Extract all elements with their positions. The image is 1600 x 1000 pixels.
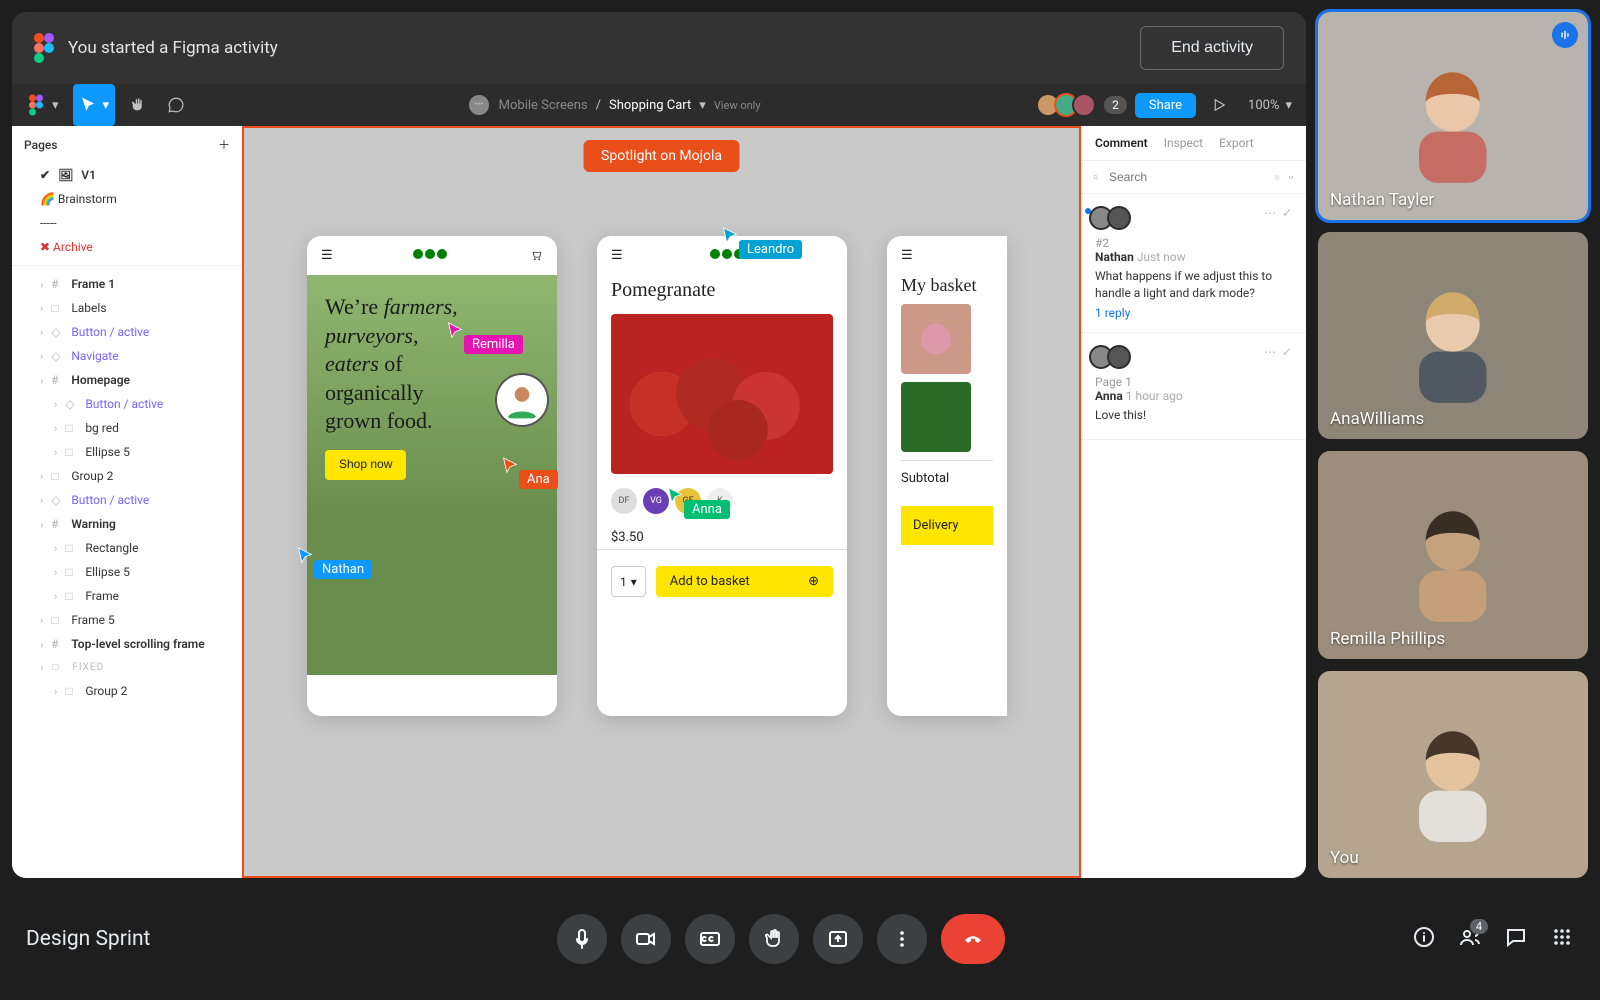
- tab-export[interactable]: Export: [1219, 136, 1254, 150]
- participant-tile[interactable]: AnaWilliams: [1318, 232, 1588, 440]
- activity-banner: You started a Figma activity End activit…: [12, 12, 1306, 84]
- figma-canvas[interactable]: Spotlight on Mojola ☰ We’re farmers, pur…: [242, 126, 1081, 878]
- cart-icon: [530, 249, 543, 262]
- layer-item[interactable]: ›□Rectangle: [12, 536, 242, 560]
- tab-comment[interactable]: Comment: [1095, 136, 1148, 150]
- menu-icon: ☰: [321, 248, 333, 263]
- volume-indicator-icon: [1552, 22, 1578, 48]
- product-title: Pomegranate: [597, 275, 847, 306]
- participant-name: You: [1330, 848, 1359, 868]
- filter-icon[interactable]: [1274, 171, 1280, 184]
- shop-now-button[interactable]: Shop now: [325, 450, 406, 480]
- collaborator-avatars[interactable]: [1042, 93, 1096, 117]
- access-label: View only: [714, 99, 761, 112]
- share-button[interactable]: Share: [1135, 93, 1196, 118]
- product-image: [611, 314, 833, 474]
- mic-button[interactable]: [557, 914, 607, 964]
- add-page-button[interactable]: ＋: [218, 136, 230, 153]
- layer-item[interactable]: ›◇Navigate: [12, 344, 242, 368]
- subtotal-label: Subtotal: [901, 460, 993, 496]
- participant-name: Remilla Phillips: [1330, 629, 1445, 649]
- comment-thread[interactable]: ⋯ ✓ #2 Nathan Just now What happens if w…: [1081, 194, 1306, 333]
- collaborator-cursor: Anna: [667, 486, 730, 519]
- artboard-basket[interactable]: ☰ My basket Subtotal Delivery: [887, 236, 1007, 716]
- participants-count: 4: [1470, 919, 1488, 934]
- meeting-title: Design Sprint: [26, 927, 150, 951]
- participant-name: AnaWilliams: [1330, 409, 1424, 429]
- figma-toolbar: ▾ ▾ ••• Mobile Screens / Shopping Cart ▾…: [12, 84, 1306, 126]
- file-name[interactable]: Shopping Cart: [609, 98, 691, 113]
- present-button[interactable]: [1204, 84, 1234, 126]
- spotlight-banner[interactable]: Spotlight on Mojola: [583, 140, 740, 172]
- layer-item[interactable]: ›□Group 2: [12, 464, 242, 488]
- figma-menu-button[interactable]: ▾: [20, 84, 65, 126]
- more-options-button[interactable]: [877, 914, 927, 964]
- layer-item[interactable]: ›□Labels: [12, 296, 242, 320]
- layer-item[interactable]: ›#Homepage: [12, 368, 242, 392]
- layer-item[interactable]: ›#Warning: [12, 512, 242, 536]
- comment-search-input[interactable]: [1107, 169, 1266, 185]
- chat-button[interactable]: [1504, 925, 1528, 953]
- project-name[interactable]: Mobile Screens: [499, 98, 588, 113]
- meeting-dock: Design Sprint 4: [0, 890, 1600, 988]
- collaborator-cursor: Ana: [502, 456, 558, 489]
- zoom-menu[interactable]: 100% ▾: [1242, 84, 1298, 126]
- activities-button[interactable]: [1550, 925, 1574, 953]
- layer-item[interactable]: ›◇Button / active: [12, 392, 242, 416]
- layer-item[interactable]: ›□Frame 5: [12, 608, 242, 632]
- meeting-info-button[interactable]: [1412, 925, 1436, 953]
- participant-tile[interactable]: Nathan Tayler: [1318, 12, 1588, 220]
- hangup-button[interactable]: [941, 914, 1005, 964]
- collaborator-cursor: Leandro: [722, 226, 802, 259]
- basket-title: My basket: [901, 275, 993, 296]
- layer-item[interactable]: ›◇Button / active: [12, 320, 242, 344]
- tab-inspect[interactable]: Inspect: [1164, 136, 1203, 150]
- camera-button[interactable]: [621, 914, 671, 964]
- layer-item[interactable]: ›#Frame 1: [12, 272, 242, 296]
- end-activity-button[interactable]: End activity: [1140, 26, 1284, 70]
- team-icon: •••: [467, 93, 491, 117]
- layer-item[interactable]: ›□FIXED: [12, 656, 242, 679]
- participant-name: Nathan Tayler: [1330, 190, 1434, 210]
- pages-header: Pages: [24, 138, 57, 152]
- participants-button[interactable]: 4: [1458, 925, 1482, 953]
- layers-panel[interactable]: Pages ＋ ✔🖼V1 🌈 Brainstorm ----- ✖ Archiv…: [12, 126, 242, 878]
- participant-tiles: Nathan Tayler AnaWilliams Remilla Philli…: [1318, 12, 1588, 878]
- qty-selector[interactable]: 1▾: [611, 566, 646, 597]
- price-label: $3.50: [597, 526, 847, 550]
- basket-item: [901, 304, 971, 374]
- add-to-basket-button[interactable]: Add to basket⊕: [656, 566, 833, 597]
- basket-item: [901, 382, 971, 452]
- move-tool-button[interactable]: ▾: [73, 84, 116, 126]
- captions-button[interactable]: [685, 914, 735, 964]
- comment-tool-button[interactable]: [161, 84, 191, 126]
- layer-item[interactable]: ›□Ellipse 5: [12, 440, 242, 464]
- layer-item[interactable]: ›□bg red: [12, 416, 242, 440]
- layer-item[interactable]: ›◇Button / active: [12, 488, 242, 512]
- avatar: [497, 375, 547, 425]
- artboard-product[interactable]: ☰ Pomegranate DF VG GF K $3.50: [597, 236, 847, 716]
- artboards: ☰ We’re farmers, purveyors, eaters of or…: [307, 236, 1007, 716]
- comments-panel: Comment Inspect Export ⋯ ✓ #2 Nathan Jus…: [1081, 126, 1306, 878]
- hand-tool-button[interactable]: [123, 84, 153, 126]
- activity-banner-text: You started a Figma activity: [68, 38, 278, 58]
- settings-icon[interactable]: [1288, 171, 1294, 184]
- shared-activity-stage: You started a Figma activity End activit…: [12, 12, 1306, 878]
- layer-item[interactable]: ›□Frame: [12, 584, 242, 608]
- collaborator-cursor: Nathan: [297, 546, 372, 579]
- figma-logo-icon: [34, 33, 54, 63]
- raise-hand-button[interactable]: [749, 914, 799, 964]
- participant-tile[interactable]: Remilla Phillips: [1318, 451, 1588, 659]
- layer-item[interactable]: ›#Top-level scrolling frame: [12, 632, 242, 656]
- collaborator-cursor: Remilla: [447, 321, 523, 354]
- present-screen-button[interactable]: [813, 914, 863, 964]
- comment-thread[interactable]: ⋯ ✓ Page 1 Anna 1 hour ago Love this!: [1081, 333, 1306, 441]
- viewer-count-badge[interactable]: 2: [1104, 96, 1127, 114]
- layer-item[interactable]: ›□Group 2: [12, 679, 242, 703]
- layer-item[interactable]: ›□Ellipse 5: [12, 560, 242, 584]
- delivery-button[interactable]: Delivery: [901, 506, 993, 545]
- participant-tile[interactable]: You: [1318, 671, 1588, 879]
- search-icon: [1093, 171, 1099, 184]
